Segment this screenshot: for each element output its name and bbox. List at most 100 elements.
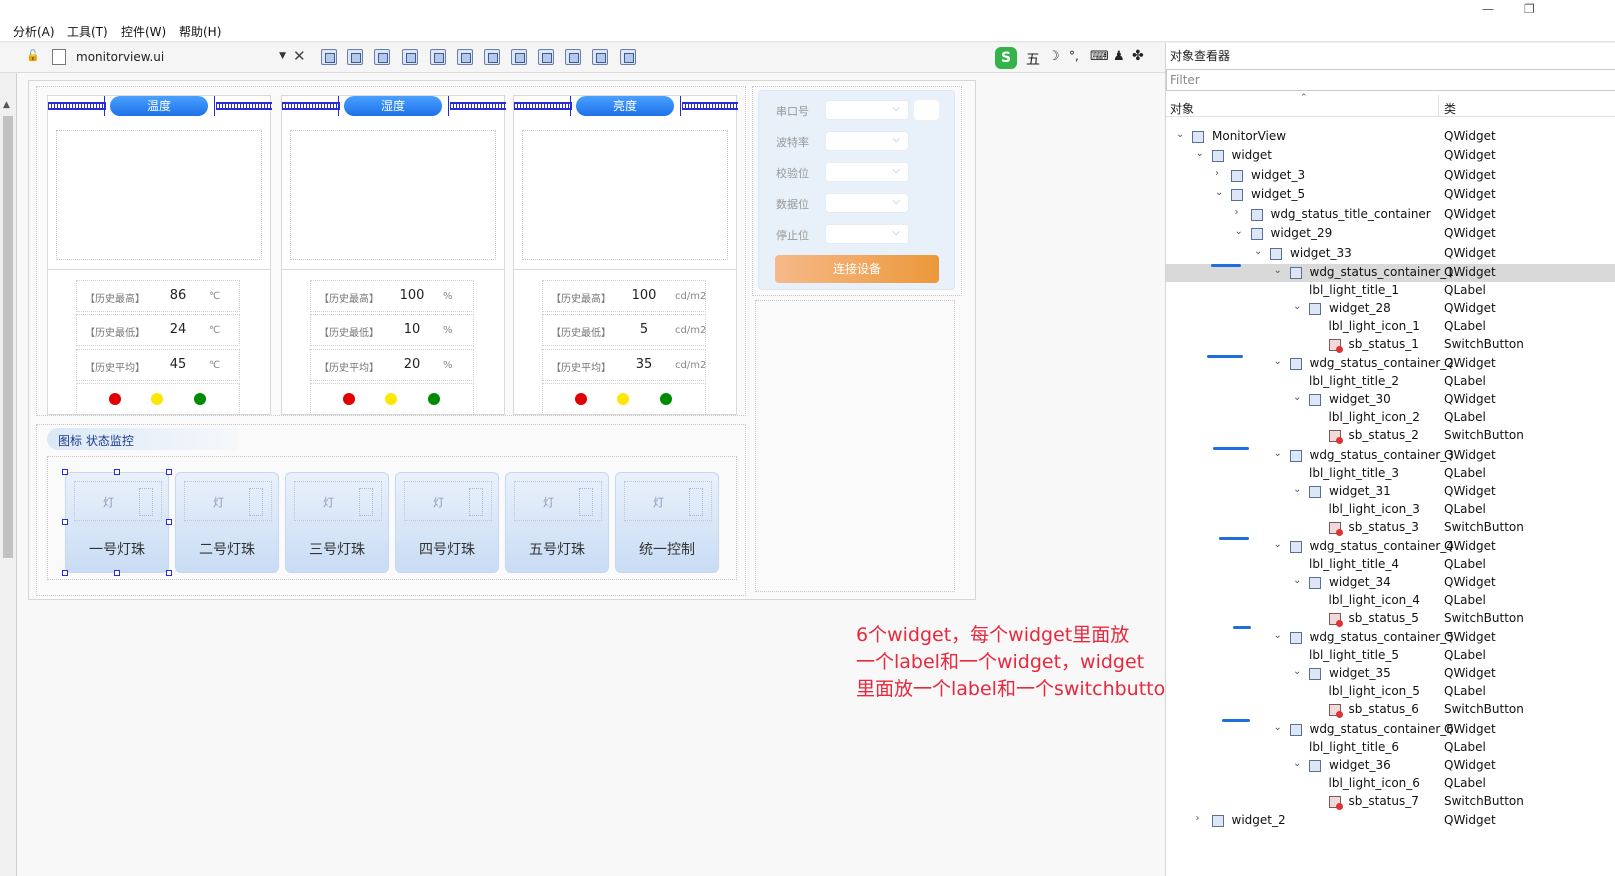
minimize-icon[interactable]: — [1482,2,1494,16]
collapse-arrow-icon[interactable]: › [1235,207,1239,218]
collapse-arrow-icon[interactable]: › [1215,168,1219,179]
expand-arrow-icon[interactable]: ⌄ [1293,758,1301,769]
tree-row[interactable]: sb_status_2 SwitchButton [1166,427,1615,445]
tree-row[interactable]: lbl_light_icon_5 QLabel [1166,683,1615,701]
tree-row[interactable]: ⌄ widget_33 QWidget [1166,245,1615,263]
tree-row[interactable]: lbl_light_title_2 QLabel [1166,373,1615,391]
expand-arrow-icon[interactable]: ⌄ [1274,630,1282,641]
tree-row[interactable]: › widget_2 QWidget [1166,812,1615,830]
selection-handle[interactable] [114,469,120,475]
expand-arrow-icon[interactable]: ⌄ [1293,484,1301,495]
switch-button[interactable] [469,488,483,516]
tree-row[interactable]: lbl_light_icon_1 QLabel [1166,318,1615,336]
tree-row[interactable]: lbl_light_icon_2 QLabel [1166,409,1615,427]
parity-select[interactable]: ⌵ [825,162,909,182]
layout-grid-icon[interactable] [565,49,581,65]
punctuation-icon[interactable]: °, [1069,49,1079,63]
selection-handle[interactable] [62,570,68,576]
keyboard-icon[interactable]: ⌨ [1090,49,1109,64]
user-icon[interactable]: ♟ [1113,49,1125,64]
scroll-thumb[interactable] [3,116,13,558]
selection-handle[interactable] [166,469,172,475]
selection-handle[interactable] [62,519,68,525]
column-class[interactable]: 类 [1444,100,1456,117]
layout-horizontal-icon[interactable] [430,49,446,65]
tree-row[interactable]: lbl_light_title_3 QLabel [1166,465,1615,483]
switch-button[interactable] [689,488,703,516]
tree-row[interactable]: ⌄ widget_28 QWidget [1166,300,1615,318]
selection-handle[interactable] [166,519,172,525]
menu-widgets[interactable]: 控件(W) [121,23,166,40]
selection-handle[interactable] [114,570,120,576]
light-card-3[interactable]: 灯 三号灯珠 [285,472,389,573]
moon-icon[interactable]: ☽ [1048,49,1060,64]
expand-arrow-icon[interactable]: ⌄ [1196,148,1204,159]
connect-button[interactable]: 连接设备 [775,255,939,283]
tree-row[interactable]: ⌄ widget_36 QWidget [1166,757,1615,775]
databits-select[interactable]: ⌵ [825,193,909,213]
menu-tools[interactable]: 工具(T) [67,23,108,40]
light-card-4[interactable]: 灯 四号灯珠 [395,472,499,573]
column-object[interactable]: 对象 [1170,100,1194,117]
tree-row[interactable]: lbl_light_title_6 QLabel [1166,739,1615,757]
expand-arrow-icon[interactable]: ⌄ [1235,226,1243,237]
expand-arrow-icon[interactable]: ⌄ [1274,722,1282,733]
expand-arrow-icon[interactable]: ⌄ [1215,187,1223,198]
file-selector[interactable]: monitorview.ui ▼ [50,48,292,68]
stopbits-select[interactable]: ⌵ [825,224,909,244]
edit-signals-icon[interactable] [347,49,363,65]
edit-tab-order-icon[interactable] [402,49,418,65]
splitter-vertical-icon[interactable] [511,49,527,65]
collapse-arrow-icon[interactable]: › [1196,813,1200,824]
tree-row[interactable]: ⌄ wdg_status_container_5 QWidget [1166,629,1615,647]
tree-row[interactable]: lbl_light_icon_4 QLabel [1166,592,1615,610]
close-icon[interactable]: ✕ [293,47,306,65]
tree-row[interactable]: lbl_light_title_5 QLabel [1166,647,1615,665]
switch-button[interactable] [579,488,593,516]
tree-row[interactable]: sb_status_1 SwitchButton [1166,336,1615,354]
tree-row[interactable]: ⌄ wdg_status_container_4 QWidget [1166,538,1615,556]
tree-row[interactable]: ⌄ widget QWidget [1166,147,1615,165]
expand-arrow-icon[interactable]: ⌄ [1274,448,1282,459]
break-layout-icon[interactable] [592,49,608,65]
restore-icon[interactable]: ❐ [1524,2,1535,16]
light-card-5[interactable]: 灯 五号灯珠 [505,472,609,573]
tree-row[interactable]: ⌄ widget_35 QWidget [1166,665,1615,683]
tree-row[interactable]: lbl_light_title_1 QLabel [1166,282,1615,300]
tree-row[interactable]: sb_status_7 SwitchButton [1166,793,1615,811]
expand-arrow-icon[interactable]: ⌄ [1293,392,1301,403]
expand-arrow-icon[interactable]: ⌄ [1274,356,1282,367]
expand-arrow-icon[interactable]: ⌄ [1274,265,1282,276]
splitter-horizontal-icon[interactable] [484,49,500,65]
expand-arrow-icon[interactable]: ⌄ [1293,666,1301,677]
tree-row[interactable]: ⌄ widget_29 QWidget [1166,225,1615,243]
selection-handle[interactable] [62,469,68,475]
expand-arrow-icon[interactable]: ⌄ [1274,539,1282,550]
adjust-size-icon[interactable] [620,49,636,65]
left-scrollbar[interactable]: ▲ [0,73,17,876]
filter-input[interactable]: Filter [1166,69,1615,91]
baud-select[interactable]: ⌵ [825,131,909,151]
light-card-2[interactable]: 灯 二号灯珠 [175,472,279,573]
selection-handle[interactable] [166,570,172,576]
lock-icon[interactable]: 🔓 [26,49,40,62]
expand-arrow-icon[interactable]: ⌄ [1293,301,1301,312]
menu-analyze[interactable]: 分析(A) [13,23,55,40]
tree-row[interactable]: ⌄ widget_30 QWidget [1166,391,1615,409]
switch-button[interactable] [359,488,373,516]
edit-buddies-icon[interactable] [374,49,390,65]
ime-mode[interactable]: 五 [1026,49,1040,69]
apps-icon[interactable]: ✤ [1132,48,1144,64]
switch-button[interactable] [249,488,263,516]
tree-row[interactable]: sb_status_6 SwitchButton [1166,701,1615,719]
ime-logo-icon[interactable]: S [995,47,1017,69]
tree-row[interactable]: lbl_light_icon_3 QLabel [1166,501,1615,519]
light-card-1[interactable]: 灯 一号灯珠 [65,472,169,573]
tree-row[interactable]: sb_status_3 SwitchButton [1166,519,1615,537]
layout-form-icon[interactable] [538,49,554,65]
tree-row[interactable]: › widget_3 QWidget [1166,167,1615,185]
tree-row[interactable]: ⌄ widget_31 QWidget [1166,483,1615,501]
port-select[interactable]: ⌵ [825,100,909,120]
layout-vertical-icon[interactable] [457,49,473,65]
refresh-port-button[interactable] [914,100,939,120]
